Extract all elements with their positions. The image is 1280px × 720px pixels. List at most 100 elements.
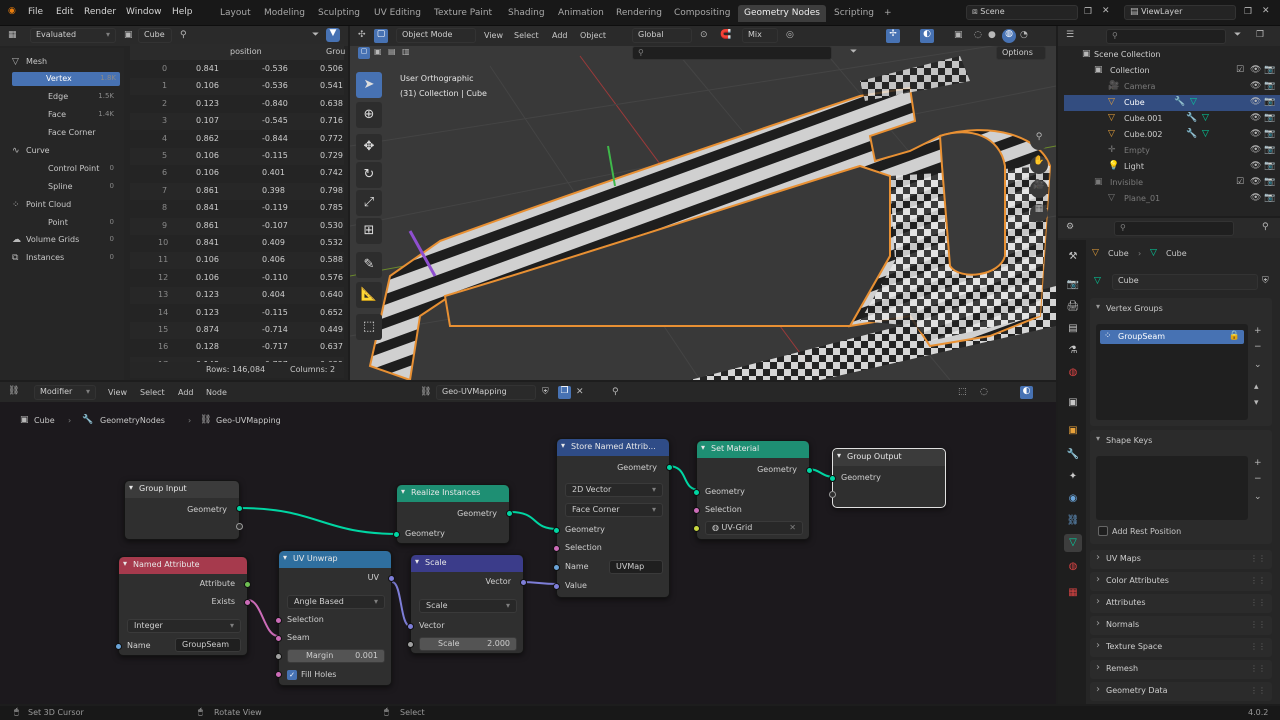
blender-logo-icon[interactable]: ◉	[8, 6, 16, 16]
tab-sculpting[interactable]: Sculpting	[312, 5, 366, 22]
camera-view-icon[interactable]: 🎥	[1030, 180, 1048, 198]
zoom-icon[interactable]: ⚲	[1030, 132, 1048, 150]
overlays-icon[interactable]: ◐	[920, 29, 934, 43]
copy-icon[interactable]: ❐	[1244, 7, 1252, 17]
shading-rendered-icon[interactable]: ◔	[1020, 30, 1028, 40]
select-subtract-icon[interactable]: ▤	[388, 47, 396, 56]
section-normals[interactable]: Normals⋮⋮	[1090, 616, 1272, 635]
tab-scripting[interactable]: Scripting	[828, 5, 880, 22]
tree-item-edge[interactable]: Edge 1.5K	[10, 90, 118, 104]
section-geometry-data[interactable]: Geometry Data⋮⋮	[1090, 682, 1272, 701]
outliner-item-camera[interactable]: 🎥 Camera 👁 📷	[1064, 79, 1280, 95]
eye-icon[interactable]: 👁	[1250, 81, 1261, 91]
close-icon[interactable]: ✕	[1262, 6, 1270, 16]
camera-restrict-icon[interactable]: 📷	[1264, 65, 1275, 75]
new-collection-icon[interactable]: ❐	[1256, 30, 1264, 40]
texture-tab-icon[interactable]: ▦	[1064, 584, 1082, 602]
menu-render[interactable]: Render	[84, 7, 116, 17]
object-mode-dropdown[interactable]: Object Mode	[396, 28, 476, 43]
camera-restrict-icon[interactable]: 📷	[1264, 129, 1275, 139]
camera-restrict-icon[interactable]: 📷	[1264, 145, 1275, 155]
pin-icon[interactable]: ⚲	[180, 30, 187, 40]
input-socket[interactable]	[275, 653, 282, 660]
properties-search-input[interactable]: ⚲	[1114, 221, 1234, 236]
tab-modeling[interactable]: Modeling	[258, 5, 311, 22]
add-workspace-button[interactable]: +	[878, 5, 898, 22]
input-socket[interactable]	[275, 671, 282, 678]
lock-icon[interactable]: 🔒	[1229, 331, 1240, 341]
tab-uv-editing[interactable]: UV Editing	[368, 5, 427, 22]
tree-item-instances[interactable]: Instances 0	[22, 251, 118, 265]
menu-file[interactable]: File	[28, 7, 43, 17]
eye-icon[interactable]: 👁	[1250, 129, 1261, 139]
attribute-name-field[interactable]: UVMap	[609, 560, 663, 574]
remove-icon[interactable]: −	[1254, 342, 1262, 352]
input-socket[interactable]	[275, 635, 282, 642]
tree-item-spline[interactable]: Spline 0	[10, 180, 118, 194]
filter-icon[interactable]: ⏷	[850, 47, 857, 57]
close-icon[interactable]: ✕	[1102, 6, 1110, 16]
vertex-group-item[interactable]: ⁘ GroupSeam 🔒	[1100, 330, 1244, 344]
view-layer-selector[interactable]: ▤ ViewLayer	[1124, 5, 1236, 20]
checkbox-checked-icon[interactable]: ✓	[287, 670, 297, 680]
eye-icon[interactable]: 👁	[1250, 97, 1261, 107]
filter-icon[interactable]: ⏷	[1234, 30, 1241, 40]
tab-layout[interactable]: Layout	[214, 5, 257, 22]
input-socket[interactable]	[407, 623, 414, 630]
tree-item-face[interactable]: Face 1.4K	[10, 108, 118, 122]
outliner-item-cube[interactable]: ▽ Cube 🔧 ▽ 👁 📷	[1064, 95, 1280, 111]
node-title[interactable]: Group Input	[125, 481, 239, 498]
node-title[interactable]: UV Unwrap	[279, 551, 391, 568]
chevron-down-icon[interactable]: ▾	[1096, 434, 1100, 443]
node-group-output[interactable]: Group Output Geometry	[829, 448, 946, 508]
select-extend-icon[interactable]: ▣	[374, 47, 382, 56]
tool-scale[interactable]: ⤢	[356, 190, 382, 216]
collection-tab-icon[interactable]: ▣	[1064, 394, 1082, 412]
modifier-icon[interactable]: 🔧	[1186, 113, 1197, 123]
render-tab-icon[interactable]: 📷	[1064, 276, 1082, 294]
eye-icon[interactable]: 👁	[1250, 113, 1261, 123]
output-socket[interactable]	[244, 599, 251, 606]
input-socket[interactable]	[693, 489, 700, 496]
object-tab-icon[interactable]: ▣	[1064, 422, 1082, 440]
column-header-position[interactable]: position	[230, 47, 262, 56]
tool-cursor[interactable]: ⊕	[356, 102, 382, 128]
remove-icon[interactable]: −	[1254, 474, 1262, 484]
add-icon[interactable]: +	[1254, 458, 1262, 468]
tool-annotate[interactable]: ✎	[356, 252, 382, 278]
options-dropdown[interactable]: Options	[996, 46, 1046, 60]
viewport-editor-icon[interactable]: ✣	[358, 30, 366, 40]
menu-window[interactable]: Window	[126, 7, 162, 17]
input-socket[interactable]	[553, 545, 560, 552]
viewport-search-input[interactable]: ⚲	[632, 46, 832, 60]
node-title[interactable]: Store Named Attrib...	[557, 439, 669, 456]
scene-selector[interactable]: ⧈ Scene	[966, 5, 1078, 20]
tool-transform[interactable]: ⊞	[356, 218, 382, 244]
domain-dropdown[interactable]: Face Corner ▾	[565, 503, 663, 517]
world-tab-icon[interactable]: ◍	[1064, 364, 1082, 382]
shape-keys-title[interactable]: Shape Keys	[1106, 436, 1152, 445]
select-invert-icon[interactable]: ▥	[402, 47, 410, 56]
properties-editor-icon[interactable]: ⚙	[1066, 222, 1074, 232]
input-socket[interactable]	[553, 583, 560, 590]
output-socket[interactable]	[244, 581, 251, 588]
column-header-group[interactable]: Grou	[326, 47, 345, 56]
mesh-datablock-field[interactable]: Cube	[1112, 274, 1258, 290]
outliner-item-cube-002[interactable]: ▽ Cube.002 🔧 ▽ 👁 📷	[1064, 127, 1280, 143]
tree-item-point[interactable]: Point 0	[10, 216, 118, 230]
checkbox-checked-icon[interactable]: ☑	[1236, 65, 1244, 75]
material-selector[interactable]: ◍ UV-Grid ✕	[705, 521, 803, 535]
physics-tab-icon[interactable]: ◉	[1064, 490, 1082, 508]
snap-icon[interactable]: 🧲	[720, 30, 731, 40]
fake-user-icon[interactable]: ⛨	[1262, 276, 1269, 286]
output-socket[interactable]	[236, 523, 243, 530]
outliner-editor-icon[interactable]: ☰	[1066, 30, 1074, 40]
vertex-groups-title[interactable]: Vertex Groups	[1106, 304, 1163, 313]
tool-move[interactable]: ✥	[356, 134, 382, 160]
tree-item-volume-grids[interactable]: Volume Grids 0	[22, 233, 118, 247]
output-socket[interactable]	[806, 467, 813, 474]
checkbox-unchecked-icon[interactable]	[1098, 526, 1108, 536]
filter-icon[interactable]: ⏷	[312, 30, 319, 40]
node-title[interactable]: Group Output	[833, 449, 945, 466]
add-icon[interactable]: +	[1254, 326, 1262, 336]
